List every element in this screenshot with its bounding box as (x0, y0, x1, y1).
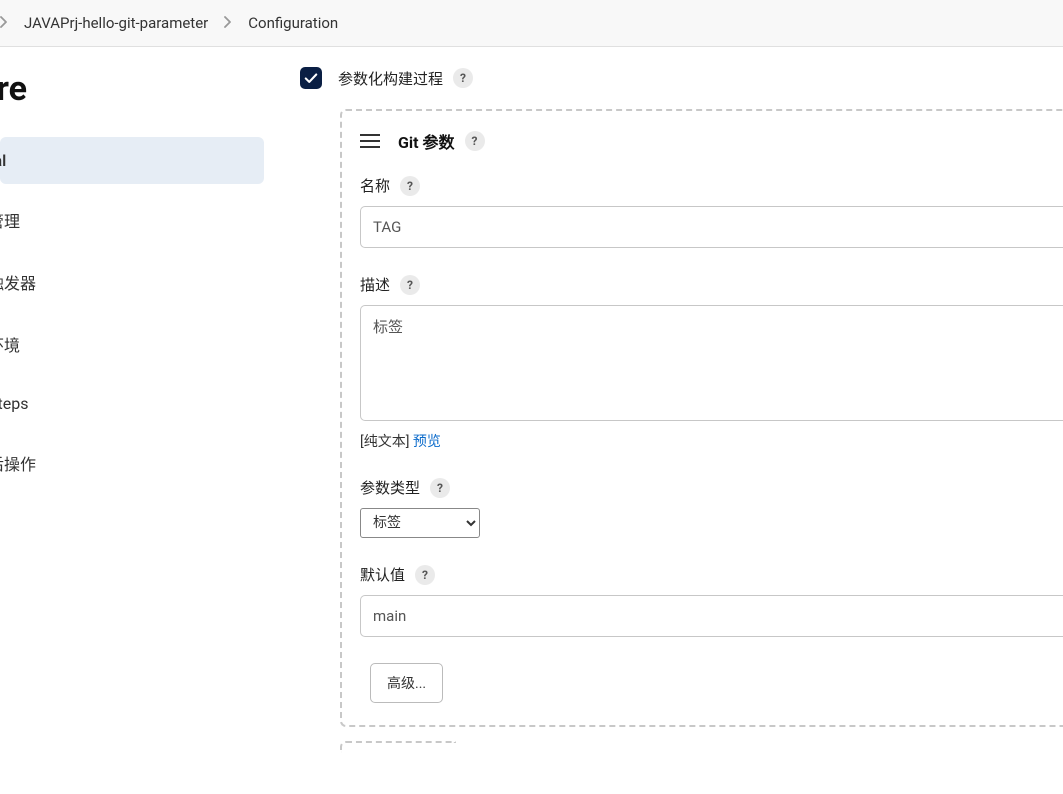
nav-item-post-actions[interactable]: 后操作 (0, 437, 264, 489)
content: 参数化构建过程 ? Git 参数 ? 名称 ? (268, 47, 1063, 788)
block-header: Git 参数 ? (360, 129, 1063, 153)
plain-text-label: [纯文本] (360, 434, 409, 450)
breadcrumb-project[interactable]: JAVAPrj-hello-git-parameter (24, 14, 208, 32)
nav-item-triggers[interactable]: 触发器 (0, 256, 264, 308)
next-block-partial (340, 741, 456, 753)
parametrized-row: 参数化构建过程 ? (300, 67, 1063, 89)
nav-item-manage[interactable]: 管理 (0, 194, 264, 246)
name-label: 名称 ? (360, 175, 1063, 196)
field-param-type: 参数类型 ? 标签 (360, 477, 1063, 538)
sidebar: gure ral 管理 触发器 环境 Steps 后操作 (0, 47, 268, 788)
field-name: 名称 ? (360, 175, 1063, 248)
field-default-value: 默认值 ? (360, 564, 1063, 637)
parametrized-checkbox[interactable] (300, 67, 322, 89)
default-value-label-text: 默认值 (360, 564, 405, 585)
help-icon[interactable]: ? (400, 176, 420, 196)
breadcrumb: JAVAPrj-hello-git-parameter Configuratio… (0, 0, 1063, 47)
field-description: 描述 ? 标签 [纯文本] 预览 (360, 274, 1063, 451)
chevron-right-icon (224, 14, 232, 32)
default-value-input[interactable] (360, 595, 1063, 637)
nav-item-general[interactable]: ral (0, 137, 264, 184)
help-icon[interactable]: ? (415, 565, 435, 585)
default-value-label: 默认值 ? (360, 564, 1063, 585)
parametrized-label: 参数化构建过程 (338, 68, 443, 89)
name-input[interactable] (360, 206, 1063, 248)
advanced-button[interactable]: 高级... (370, 663, 443, 703)
breadcrumb-configuration[interactable]: Configuration (248, 14, 338, 32)
page-title: gure (0, 69, 268, 109)
param-type-label: 参数类型 ? (360, 477, 1063, 498)
help-icon[interactable]: ? (453, 68, 473, 88)
param-type-select[interactable]: 标签 (360, 508, 480, 538)
description-label-text: 描述 (360, 274, 390, 295)
help-icon[interactable]: ? (400, 275, 420, 295)
block-title: Git 参数 (398, 129, 455, 153)
nav-item-environment[interactable]: 环境 (0, 318, 264, 370)
description-label: 描述 ? (360, 274, 1063, 295)
nav-item-steps[interactable]: Steps (0, 380, 264, 427)
help-icon[interactable]: ? (430, 478, 450, 498)
param-type-label-text: 参数类型 (360, 477, 420, 498)
preview-link[interactable]: 预览 (413, 434, 441, 450)
description-textarea[interactable]: 标签 (360, 305, 1063, 421)
chevron-right-icon (0, 14, 8, 32)
drag-handle-icon[interactable] (360, 134, 380, 148)
help-icon[interactable]: ? (465, 131, 485, 151)
git-parameter-block: Git 参数 ? 名称 ? 描述 ? 标签 [纯文本] (340, 109, 1063, 727)
name-label-text: 名称 (360, 175, 390, 196)
description-hint: [纯文本] 预览 (360, 431, 1063, 451)
